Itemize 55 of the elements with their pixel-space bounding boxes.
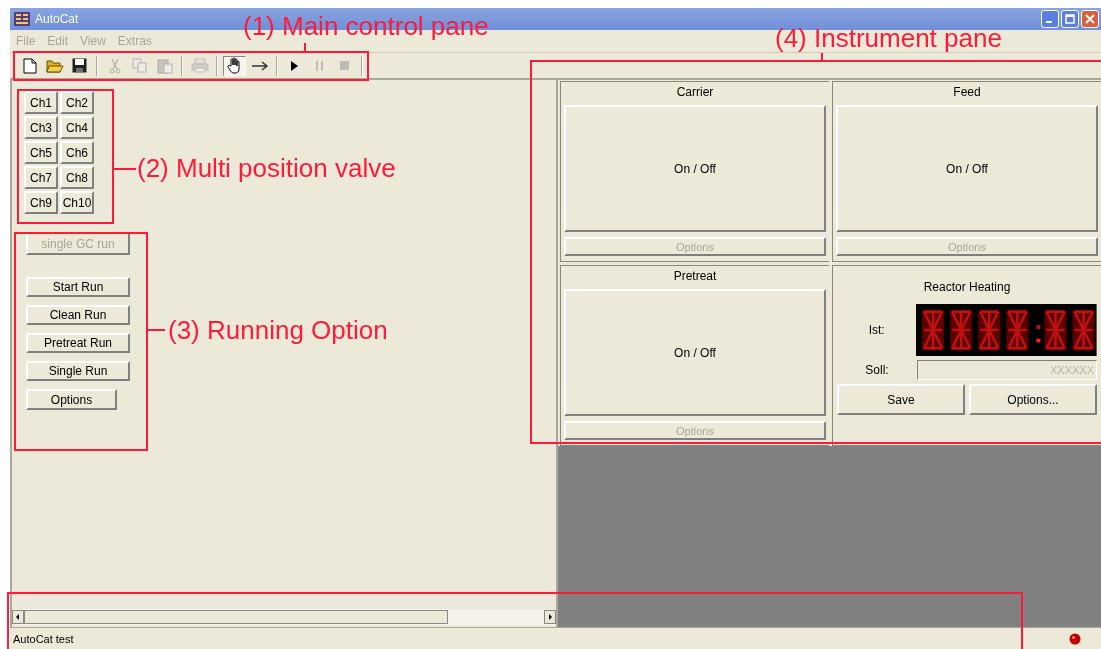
close-button[interactable] xyxy=(1081,10,1099,28)
channel-button[interactable]: Ch1 xyxy=(24,91,58,114)
annotation-label: (2) Multi position valve xyxy=(137,155,396,181)
run-button[interactable]: Clean Run xyxy=(26,305,130,325)
run-button[interactable]: Start Run xyxy=(26,277,130,297)
run-button[interactable]: Options xyxy=(26,389,117,410)
run-button[interactable]: Single Run xyxy=(26,361,130,381)
scroll-right-icon xyxy=(544,610,556,624)
maximize-icon xyxy=(1065,14,1075,24)
status-led-icon xyxy=(1069,632,1081,645)
panel-title: Reactor Heating xyxy=(923,280,1011,294)
soll-label: Soll: xyxy=(864,363,890,377)
pause-icon xyxy=(316,60,323,71)
panel-title: Feed xyxy=(953,85,981,99)
horizontal-scrollbar[interactable] xyxy=(12,609,556,625)
status-text: AutoCat test xyxy=(13,632,74,645)
annotation-label: (4) Instrument pane xyxy=(775,25,1002,51)
channel-button[interactable]: Ch8 xyxy=(60,166,94,189)
maximize-button[interactable] xyxy=(1061,10,1079,28)
arrow-right-icon xyxy=(250,59,269,72)
ist-label: Ist: xyxy=(867,323,886,337)
panel-button[interactable]: Options... xyxy=(969,384,1097,415)
channel-button[interactable]: Ch5 xyxy=(24,141,58,164)
channel-button[interactable]: Ch3 xyxy=(24,116,58,139)
copy-icon xyxy=(131,58,148,73)
panel-title: Carrier xyxy=(676,85,714,99)
channel-button[interactable]: Ch7 xyxy=(24,166,58,189)
hand-icon xyxy=(226,57,243,74)
run-button[interactable]: Pretreat Run xyxy=(26,333,130,353)
clipboard-icon xyxy=(156,57,173,74)
blank-page-icon xyxy=(22,57,37,74)
on-off-button[interactable]: On / Off xyxy=(836,105,1098,232)
window-title: AutoCat xyxy=(35,12,79,26)
scroll-thumb[interactable] xyxy=(24,610,448,624)
play-icon xyxy=(291,60,298,71)
minimize-button[interactable] xyxy=(1041,10,1059,28)
leader-line xyxy=(148,329,165,331)
app-icon xyxy=(14,12,30,26)
stop-icon xyxy=(340,61,349,70)
toolbar-button[interactable] xyxy=(223,55,246,76)
channel-button[interactable]: Ch2 xyxy=(60,91,94,114)
channel-button[interactable]: Ch4 xyxy=(60,116,94,139)
panel-button[interactable]: Save xyxy=(837,384,965,415)
printer-icon xyxy=(190,58,209,73)
on-off-button[interactable]: On / Off xyxy=(564,289,826,416)
leader-line xyxy=(114,168,136,170)
panel-title: Pretreat xyxy=(673,269,717,283)
channel-button[interactable]: Ch6 xyxy=(60,141,94,164)
close-icon xyxy=(1085,14,1095,24)
channel-button[interactable]: Ch9 xyxy=(24,191,58,214)
channel-button[interactable]: Ch10 xyxy=(60,191,94,214)
folder-icon xyxy=(45,58,64,73)
scissors-icon xyxy=(108,57,121,74)
annotation-label: (3) Running Option xyxy=(168,317,388,343)
on-off-button[interactable]: On / Off xyxy=(564,105,826,232)
